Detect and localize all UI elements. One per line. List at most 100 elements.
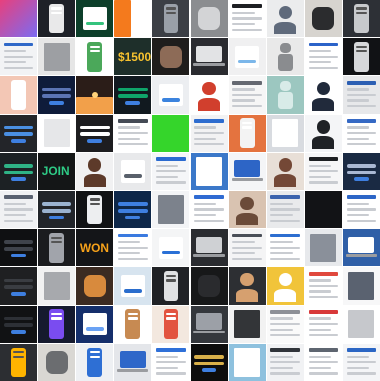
thumbnail-tile[interactable]	[266, 229, 304, 267]
thumbnail-tile[interactable]	[0, 76, 38, 114]
thumbnail-tile[interactable]: JOIN	[38, 152, 76, 190]
thumbnail-tile[interactable]	[152, 305, 190, 343]
thumbnail-tile[interactable]	[76, 343, 114, 381]
thumbnail-tile[interactable]	[228, 191, 266, 229]
thumbnail-tile[interactable]	[342, 267, 380, 305]
thumbnail-tile[interactable]	[76, 305, 114, 343]
thumbnail-tile[interactable]	[342, 152, 380, 190]
thumbnail-tile[interactable]	[114, 229, 152, 267]
thumbnail-tile[interactable]	[266, 343, 304, 381]
thumbnail-tile[interactable]	[152, 0, 190, 38]
thumbnail-tile[interactable]	[228, 343, 266, 381]
thumbnail-tile[interactable]	[190, 76, 228, 114]
thumbnail-tile[interactable]	[342, 38, 380, 76]
thumbnail-tile[interactable]	[76, 76, 114, 114]
thumbnail-tile[interactable]	[190, 0, 228, 38]
thumbnail-tile[interactable]	[266, 114, 304, 152]
thumbnail-tile[interactable]: $1500	[114, 38, 152, 76]
thumbnail-tile[interactable]	[266, 191, 304, 229]
thumbnail-tile[interactable]	[0, 343, 38, 381]
thumbnail-tile[interactable]	[114, 267, 152, 305]
thumbnail-tile[interactable]	[190, 343, 228, 381]
thumbnail-tile[interactable]	[152, 229, 190, 267]
thumbnail-tile[interactable]: WON	[76, 229, 114, 267]
thumbnail-tile[interactable]	[76, 191, 114, 229]
thumbnail-tile[interactable]	[38, 76, 76, 114]
thumbnail-tile[interactable]	[76, 0, 114, 38]
thumbnail-tile[interactable]	[0, 38, 38, 76]
thumbnail-tile[interactable]	[304, 38, 342, 76]
thumbnail-tile[interactable]	[228, 229, 266, 267]
thumbnail-tile[interactable]	[38, 191, 76, 229]
thumbnail-tile[interactable]	[114, 0, 152, 38]
thumbnail-tile[interactable]	[190, 305, 228, 343]
thumbnail-tile[interactable]	[114, 343, 152, 381]
thumbnail-tile[interactable]	[152, 38, 190, 76]
thumbnail-tile[interactable]	[342, 305, 380, 343]
thumbnail-tile[interactable]	[228, 114, 266, 152]
thumbnail-tile[interactable]	[266, 38, 304, 76]
thumbnail-tile[interactable]	[114, 114, 152, 152]
thumbnail-tile[interactable]	[228, 305, 266, 343]
thumbnail-tile[interactable]	[304, 267, 342, 305]
thumbnail-tile[interactable]	[304, 114, 342, 152]
thumbnail-tile[interactable]	[152, 152, 190, 190]
thumbnail-tile[interactable]	[38, 267, 76, 305]
thumbnail-tile[interactable]	[152, 343, 190, 381]
thumbnail-tile[interactable]	[114, 152, 152, 190]
thumbnail-tile[interactable]	[0, 191, 38, 229]
thumbnail-tile[interactable]	[266, 152, 304, 190]
thumbnail-tile[interactable]	[38, 305, 76, 343]
thumbnail-tile[interactable]	[0, 267, 38, 305]
thumbnail-tile[interactable]	[342, 114, 380, 152]
thumbnail-tile[interactable]	[0, 114, 38, 152]
thumbnail-tile[interactable]	[228, 76, 266, 114]
thumbnail-tile[interactable]	[190, 152, 228, 190]
thumbnail-tile[interactable]	[152, 191, 190, 229]
thumbnail-tile[interactable]	[190, 191, 228, 229]
thumbnail-tile[interactable]	[152, 267, 190, 305]
thumbnail-tile[interactable]	[342, 76, 380, 114]
thumbnail-tile[interactable]	[0, 152, 38, 190]
thumbnail-tile[interactable]	[266, 305, 304, 343]
thumbnail-tile[interactable]	[304, 152, 342, 190]
thumbnail-tile[interactable]	[76, 38, 114, 76]
thumbnail-tile[interactable]	[38, 229, 76, 267]
thumbnail-tile[interactable]	[304, 0, 342, 38]
thumbnail-tile[interactable]	[266, 267, 304, 305]
thumbnail-tile[interactable]	[0, 0, 38, 38]
thumbnail-tile[interactable]	[304, 305, 342, 343]
thumbnail-tile[interactable]	[76, 152, 114, 190]
thumbnail-tile[interactable]	[38, 0, 76, 38]
thumbnail-tile[interactable]	[228, 38, 266, 76]
thumbnail-tile[interactable]	[304, 76, 342, 114]
thumbnail-tile[interactable]	[76, 114, 114, 152]
thumbnail-tile[interactable]	[38, 114, 76, 152]
thumbnail-tile[interactable]	[0, 305, 38, 343]
thumbnail-tile[interactable]	[342, 0, 380, 38]
thumbnail-tile[interactable]	[190, 38, 228, 76]
thumbnail-tile[interactable]	[304, 191, 342, 229]
thumbnail-tile[interactable]	[114, 76, 152, 114]
thumbnail-tile[interactable]	[152, 76, 190, 114]
thumbnail-tile[interactable]	[190, 114, 228, 152]
thumbnail-tile[interactable]	[342, 229, 380, 267]
thumbnail-tile[interactable]	[38, 38, 76, 76]
thumbnail-tile[interactable]	[38, 343, 76, 381]
thumbnail-tile[interactable]	[266, 76, 304, 114]
thumbnail-tile[interactable]	[114, 191, 152, 229]
thumbnail-tile[interactable]	[152, 114, 190, 152]
thumbnail-tile[interactable]	[266, 0, 304, 38]
thumbnail-tile[interactable]	[304, 229, 342, 267]
thumbnail-tile[interactable]	[228, 267, 266, 305]
thumbnail-tile[interactable]	[190, 267, 228, 305]
thumbnail-tile[interactable]	[190, 229, 228, 267]
thumbnail-tile[interactable]	[342, 343, 380, 381]
thumbnail-tile[interactable]	[228, 0, 266, 38]
thumbnail-tile[interactable]	[76, 267, 114, 305]
thumbnail-tile[interactable]	[304, 343, 342, 381]
thumbnail-tile[interactable]	[342, 191, 380, 229]
thumbnail-tile[interactable]	[228, 152, 266, 190]
thumbnail-tile[interactable]	[0, 229, 38, 267]
thumbnail-tile[interactable]	[114, 305, 152, 343]
